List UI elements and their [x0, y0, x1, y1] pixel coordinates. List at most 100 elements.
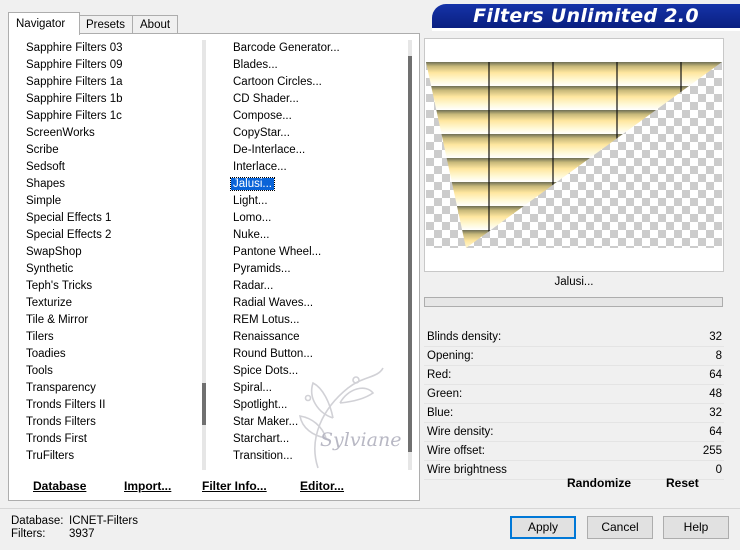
- filter-item[interactable]: Compose...: [229, 108, 401, 125]
- category-item-label: Sapphire Filters 1b: [26, 93, 123, 105]
- category-item[interactable]: Sedsoft: [22, 159, 194, 176]
- category-item[interactable]: TruFilters: [22, 448, 194, 465]
- parameter-label: Red:: [427, 369, 452, 381]
- filter-item-label: Barcode Generator...: [233, 42, 340, 54]
- filter-item[interactable]: Pyramids...: [229, 261, 401, 278]
- parameter-value[interactable]: 0: [716, 461, 722, 479]
- reset-button[interactable]: Reset: [666, 476, 699, 490]
- category-item[interactable]: Tile & Mirror: [22, 312, 194, 329]
- category-item[interactable]: Sapphire Filters 1b: [22, 91, 194, 108]
- filter-item-label: Jalusi...: [230, 177, 275, 191]
- filter-item[interactable]: Lomo...: [229, 210, 401, 227]
- category-item[interactable]: Sapphire Filters 03: [22, 40, 194, 57]
- category-item-label: Special Effects 2: [26, 229, 112, 241]
- filter-item[interactable]: Renaissance: [229, 329, 401, 346]
- category-item[interactable]: Special Effects 2: [22, 227, 194, 244]
- footer-separator: [0, 508, 740, 509]
- parameter-row[interactable]: Green: 48: [424, 385, 724, 404]
- filter-item[interactable]: De-Interlace...: [229, 142, 401, 159]
- filter-item-label: Light...: [233, 195, 268, 207]
- watermark-text: Sylviane: [320, 429, 401, 451]
- parameter-label: Wire offset:: [427, 445, 485, 457]
- category-item[interactable]: Tronds First: [22, 431, 194, 448]
- category-item[interactable]: Scribe: [22, 142, 194, 159]
- filter-item-label: Lomo...: [233, 212, 272, 224]
- category-item[interactable]: Tronds Filters II: [22, 397, 194, 414]
- category-item[interactable]: Texturize: [22, 295, 194, 312]
- filter-item-label: Pyramids...: [233, 263, 291, 275]
- parameter-row[interactable]: Red: 64: [424, 366, 724, 385]
- filter-item[interactable]: Radar...: [229, 278, 401, 295]
- parameter-value[interactable]: 32: [709, 328, 722, 346]
- category-item[interactable]: Tronds Filters: [22, 414, 194, 431]
- database-info: Database: ICNET-Filters: [11, 515, 138, 527]
- database-button[interactable]: Database: [33, 474, 86, 498]
- category-item[interactable]: Transparency: [22, 380, 194, 397]
- tab-about[interactable]: About: [132, 15, 178, 33]
- category-item[interactable]: Sapphire Filters 09: [22, 57, 194, 74]
- filter-item-label: CD Shader...: [233, 93, 299, 105]
- filter-item[interactable]: Jalusi...: [229, 176, 401, 193]
- category-item[interactable]: SwapShop: [22, 244, 194, 261]
- parameter-row[interactable]: Opening: 8: [424, 347, 724, 366]
- parameter-label: Opening:: [427, 350, 474, 362]
- category-item[interactable]: Tilers: [22, 329, 194, 346]
- parameter-label: Blue:: [427, 407, 454, 419]
- parameter-value[interactable]: 64: [709, 366, 722, 384]
- filter-item-label: Spiral...: [233, 382, 272, 394]
- category-item-label: Transparency: [26, 382, 96, 394]
- apply-button[interactable]: Apply: [510, 516, 576, 539]
- filter-item[interactable]: Cartoon Circles...: [229, 74, 401, 91]
- category-item-label: Sapphire Filters 1a: [26, 76, 123, 88]
- filter-item[interactable]: REM Lotus...: [229, 312, 401, 329]
- category-item[interactable]: Simple: [22, 193, 194, 210]
- filter-info-button[interactable]: Filter Info...: [202, 474, 267, 498]
- category-item[interactable]: Teph's Tricks: [22, 278, 194, 295]
- parameter-value[interactable]: 8: [716, 347, 722, 365]
- category-item[interactable]: Shapes: [22, 176, 194, 193]
- category-item[interactable]: Tools: [22, 363, 194, 380]
- cancel-button[interactable]: Cancel: [587, 516, 653, 539]
- filter-item-label: Nuke...: [233, 229, 270, 241]
- parameter-row[interactable]: Blinds density: 32: [424, 328, 724, 347]
- tab-navigator[interactable]: Navigator: [8, 12, 80, 35]
- filter-item[interactable]: Light...: [229, 193, 401, 210]
- parameter-value[interactable]: 48: [709, 385, 722, 403]
- filter-item-label: Renaissance: [233, 331, 300, 343]
- category-scroll-thumb[interactable]: [202, 383, 206, 425]
- category-item[interactable]: Sapphire Filters 1c: [22, 108, 194, 125]
- watermark-logo: Sylviane: [299, 367, 401, 469]
- category-list[interactable]: Sapphire Filters 03 Sapphire Filters 09 Sa…: [22, 40, 194, 470]
- filter-item[interactable]: Pantone Wheel...: [229, 244, 401, 261]
- category-item-label: Scribe: [26, 144, 59, 156]
- filter-item[interactable]: Radial Waves...: [229, 295, 401, 312]
- help-button[interactable]: Help: [663, 516, 729, 539]
- parameter-row[interactable]: Wire density: 64: [424, 423, 724, 442]
- filter-item[interactable]: Nuke...: [229, 227, 401, 244]
- import-button[interactable]: Import...: [124, 474, 171, 498]
- filter-item[interactable]: CD Shader...: [229, 91, 401, 108]
- parameter-value[interactable]: 255: [703, 442, 722, 460]
- category-item[interactable]: Sapphire Filters 1a: [22, 74, 194, 91]
- category-item-label: Sapphire Filters 03: [26, 42, 123, 54]
- parameter-row[interactable]: Wire offset: 255: [424, 442, 724, 461]
- filter-item[interactable]: Interlace...: [229, 159, 401, 176]
- title-underline: [432, 28, 740, 31]
- filter-item[interactable]: CopyStar...: [229, 125, 401, 142]
- category-item[interactable]: ScreenWorks: [22, 125, 194, 142]
- parameter-label: Blinds density:: [427, 331, 502, 343]
- randomize-button[interactable]: Randomize: [567, 476, 631, 490]
- filter-item[interactable]: Blades...: [229, 57, 401, 74]
- category-scrollbar[interactable]: [202, 40, 206, 470]
- filter-item[interactable]: Barcode Generator...: [229, 40, 401, 57]
- tab-presets[interactable]: Presets: [78, 15, 134, 33]
- category-item-label: TruFilters: [26, 450, 75, 462]
- parameter-value[interactable]: 64: [709, 423, 722, 441]
- parameter-value[interactable]: 32: [709, 404, 722, 422]
- category-item-label: SwapShop: [26, 246, 82, 258]
- parameter-row[interactable]: Blue: 32: [424, 404, 724, 423]
- category-item[interactable]: Special Effects 1: [22, 210, 194, 227]
- category-item[interactable]: Synthetic: [22, 261, 194, 278]
- category-item[interactable]: Toadies: [22, 346, 194, 363]
- filter-item-label: Pantone Wheel...: [233, 246, 322, 258]
